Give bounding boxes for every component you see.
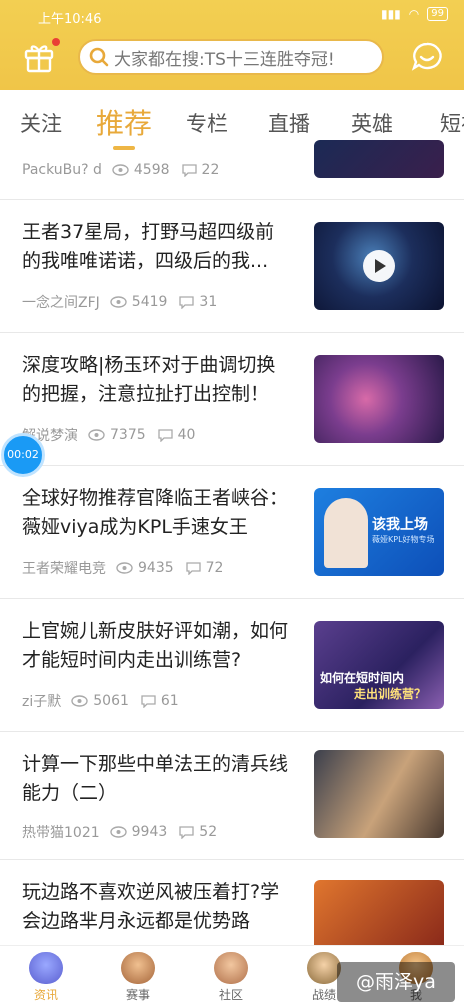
status-time: 上午10:46 (38, 12, 102, 27)
article-thumbnail: 该我上场 薇娅KPL好物专场 (314, 488, 444, 576)
play-icon[interactable] (363, 250, 395, 282)
views-icon (109, 826, 127, 838)
status-bar: 上午10:46 ▮▮▮ ◠ 99 (0, 0, 464, 30)
views-icon (71, 695, 88, 707)
records-avatar-icon (307, 952, 341, 984)
comment-icon (179, 825, 194, 839)
comment-count: 40 (177, 427, 196, 443)
comment-icon (179, 295, 195, 309)
tab-live[interactable]: 直播 (268, 108, 310, 138)
wifi-icon: ◠ (408, 7, 420, 21)
article-thumbnail (314, 750, 444, 838)
tab-column[interactable]: 专栏 (186, 108, 228, 138)
list-item[interactable]: 玩边路不喜欢逆风被压着打?学会边路芈月永远都是优势路 (0, 860, 464, 945)
video-thumbnail[interactable] (314, 222, 444, 310)
status-icons: ▮▮▮ ◠ 99 (381, 7, 448, 21)
thumbnail-subcaption: 走出训练营？ (354, 687, 427, 701)
signal-icon: ▮▮▮ (380, 7, 401, 21)
search-placeholder: 大家都在搜:TS十三连胜夺冠! (114, 49, 335, 70)
tab-follow[interactable]: 关注 (20, 108, 62, 138)
comment-count: 22 (201, 162, 220, 178)
tab-recommend[interactable]: 推荐 (96, 102, 152, 142)
search-bar[interactable]: 大家都在搜:TS十三连胜夺冠! (78, 39, 384, 75)
gift-icon[interactable] (22, 40, 56, 74)
view-count: 9943 (131, 824, 168, 840)
floating-timer[interactable]: 00:02 (1, 433, 45, 477)
author-name: 王者荣耀电竞 (22, 561, 106, 577)
battery-icon: 99 (427, 7, 448, 21)
view-count: 5061 (93, 693, 129, 709)
community-avatar-icon (214, 952, 248, 984)
thumbnail-caption: 如何在短时间内 (320, 671, 405, 685)
view-count: 4598 (133, 162, 170, 178)
message-icon[interactable] (410, 40, 444, 74)
person-figure (324, 498, 368, 568)
comment-count: 61 (160, 693, 179, 709)
notification-dot (52, 38, 60, 46)
list-item[interactable]: 上官婉儿新皮肤好评如潮，如何才能短时间内走出训练营? zi子默 5061 61 … (0, 599, 464, 732)
comment-count: 72 (205, 560, 224, 576)
article-meta: 解说梦演 7375 40 (22, 425, 195, 445)
article-meta: 王者荣耀电竞 9435 72 (22, 558, 223, 578)
article-thumbnail: 如何在短时间内 走出训练营？ (314, 621, 444, 709)
author-name: 一念之间ZFJ (22, 295, 100, 311)
watermark: @雨泽ya (337, 962, 455, 1002)
comment-count: 52 (199, 824, 218, 840)
author-name: zi子默 (22, 694, 62, 710)
search-icon (89, 47, 109, 67)
article-thumbnail (314, 140, 444, 178)
article-title: 王者37星局，打野马超四级前的我唯唯诺诺，四级后的我... (22, 221, 275, 272)
article-meta: zi子默 5061 61 (22, 691, 179, 711)
author-name: PackuBu? d (22, 162, 102, 178)
active-tab-indicator (113, 146, 135, 150)
article-meta: 一念之间ZFJ 5419 31 (22, 292, 217, 312)
views-icon (88, 429, 105, 441)
comment-icon (185, 561, 201, 575)
comment-count: 31 (199, 294, 218, 310)
article-title: 上官婉儿新皮肤好评如潮，如何才能短时间内走出训练营? (22, 620, 289, 671)
list-item[interactable]: 深度攻略|杨玉环对于曲调切换的把握，注意拉扯打出控制！ 解说梦演 7375 40 (0, 333, 464, 466)
nav-label: 赛事 (125, 988, 150, 1002)
views-icon (110, 296, 127, 308)
list-item[interactable]: 全球好物推荐官降临王者峡谷：薇娅viya成为KPL手速女王 王者荣耀电竞 943… (0, 466, 464, 599)
nav-news[interactable]: 资讯 (16, 952, 76, 1003)
nav-community[interactable]: 社区 (201, 952, 261, 1003)
list-item[interactable]: 王者37星局，打野马超四级前的我唯唯诺诺，四级后的我... 一念之间ZFJ 54… (0, 200, 464, 333)
list-item[interactable]: 计算一下那些中单法王的清兵线能力（二） 热带猫1021 9943 52 (0, 732, 464, 860)
nav-events[interactable]: 赛事 (108, 952, 168, 1003)
top-header: 上午10:46 ▮▮▮ ◠ 99 大家都在搜:TS十三连胜夺冠! (0, 0, 464, 90)
author-name: 热带猫1021 (22, 825, 100, 841)
view-count: 7375 (110, 427, 146, 443)
views-icon (112, 164, 129, 176)
article-title: 计算一下那些中单法王的清兵线能力（二） (22, 753, 289, 804)
article-title: 全球好物推荐官降临王者峡谷：薇娅viya成为KPL手速女王 (22, 487, 289, 538)
nav-label: 资讯 (33, 988, 58, 1002)
article-meta: 热带猫1021 9943 52 (22, 822, 217, 842)
thumbnail-subcaption: 薇娅KPL好物专场 (372, 535, 435, 544)
article-thumbnail (314, 355, 444, 443)
view-count: 9435 (138, 560, 174, 576)
article-title: 玩边路不喜欢逆风被压着打?学会边路芈月永远都是优势路 (22, 881, 280, 932)
views-icon (116, 562, 133, 574)
article-meta: PackuBu? d 4598 22 (22, 162, 219, 178)
comment-icon (157, 428, 173, 442)
thumbnail-caption: 该我上场 (372, 517, 428, 533)
tab-short-video[interactable]: 短视 (440, 108, 464, 138)
events-avatar-icon (121, 952, 155, 984)
article-thumbnail (314, 880, 444, 945)
comment-icon (141, 694, 156, 708)
view-count: 5419 (131, 294, 168, 310)
news-avatar-icon (29, 952, 63, 984)
tab-heroes[interactable]: 英雄 (351, 108, 393, 138)
list-item[interactable]: PackuBu? d 4598 22 (0, 140, 464, 200)
nav-label: 社区 (218, 988, 243, 1002)
comment-icon (181, 163, 197, 177)
article-title: 深度攻略|杨玉环对于曲调切换的把握，注意拉扯打出控制！ (22, 354, 276, 405)
